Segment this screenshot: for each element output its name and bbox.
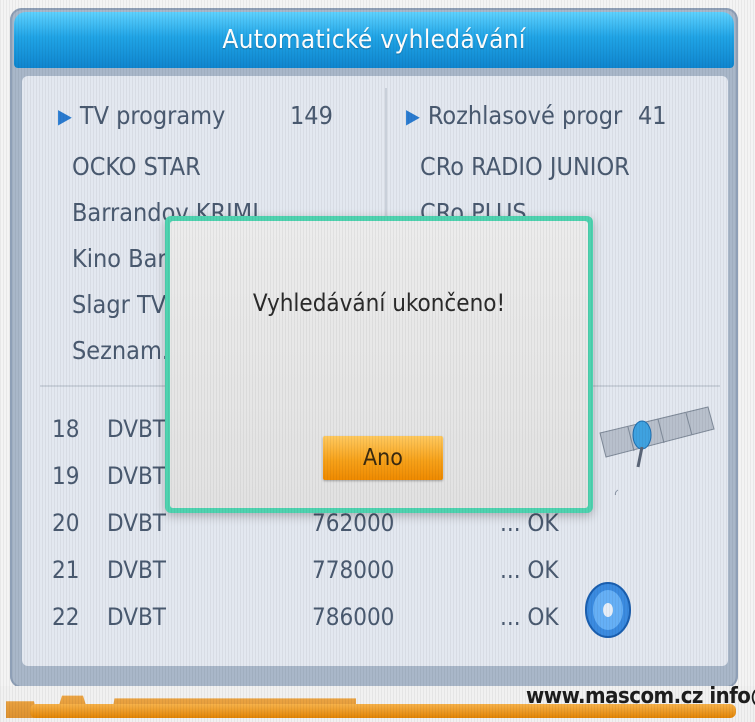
tp-type: DVBT <box>107 462 166 490</box>
play-triangle-icon: ▶ <box>406 104 420 128</box>
tv-header: ▶ TV programy 149 <box>58 96 378 144</box>
orange-bar <box>30 704 736 718</box>
tp-number: 22 <box>52 603 80 631</box>
tv-count: 149 <box>290 101 333 130</box>
tp-status: ... OK <box>500 603 559 631</box>
tp-number: 20 <box>52 509 80 537</box>
dialog-body: Vyhledávání ukončeno! Ano <box>170 221 588 508</box>
radio-header: ▶ Rozhlasové progr 41 <box>406 96 726 144</box>
transponder-row: 22 DVBT 786000 ... OK <box>52 594 652 641</box>
tp-type: DVBT <box>107 556 166 584</box>
transponder-row: 21 DVBT 778000 ... OK <box>52 547 652 594</box>
radio-count: 41 <box>638 101 667 130</box>
tp-number: 19 <box>52 462 80 490</box>
tp-frequency: 778000 <box>312 556 395 584</box>
tp-status: ... OK <box>500 556 559 584</box>
tv-label: TV programy <box>79 101 226 130</box>
disc-icon <box>585 582 631 638</box>
tp-type: DVBT <box>107 603 166 631</box>
satellite-icon <box>599 406 715 495</box>
radio-label: Rozhlasové progr <box>427 101 623 130</box>
ok-button[interactable]: Ano <box>323 436 443 480</box>
tp-type: DVBT <box>107 415 166 443</box>
tp-type: DVBT <box>107 509 166 537</box>
search-complete-dialog: Vyhledávání ukončeno! Ano <box>165 216 593 513</box>
tp-frequency: 786000 <box>312 603 395 631</box>
play-triangle-icon: ▶ <box>58 104 72 128</box>
tp-number: 18 <box>52 415 80 443</box>
dialog-message: Vyhledávání ukončeno! <box>252 289 506 317</box>
tp-number: 21 <box>52 556 80 584</box>
radio-column: ▶ Rozhlasové progr 41 CRo RADIO JUNIOR C… <box>406 96 726 236</box>
radio-channel: CRo RADIO JUNIOR <box>420 152 630 181</box>
window-title: Automatické vyhledávání <box>14 12 734 68</box>
tv-channel: OCKO STAR <box>72 152 201 181</box>
